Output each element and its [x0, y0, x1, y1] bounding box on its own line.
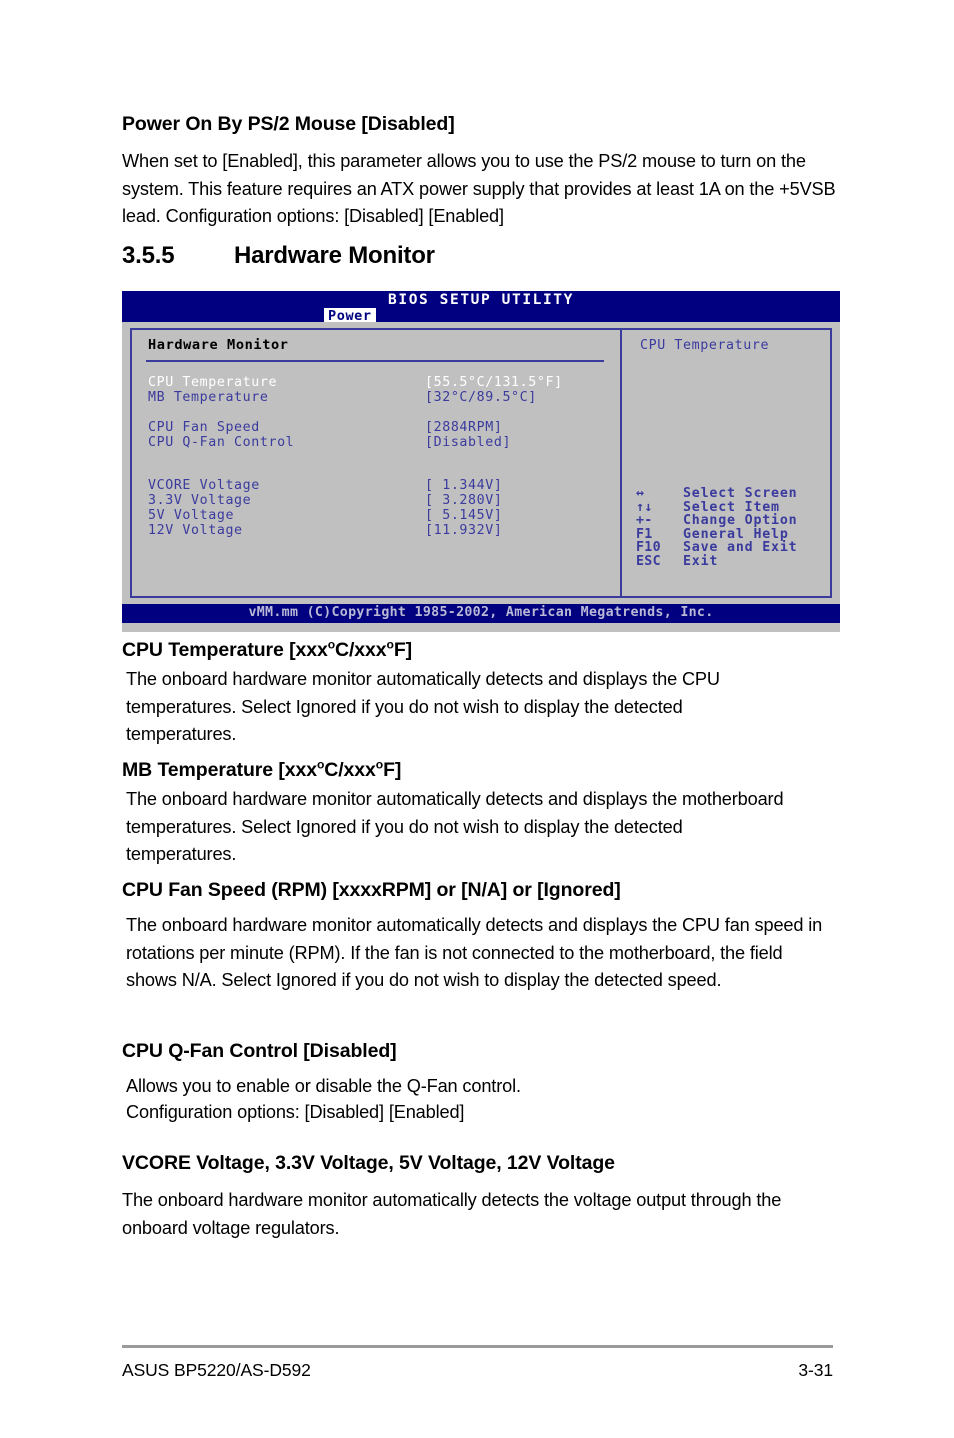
bios-value-3v3-voltage: [ 3.280V] — [425, 493, 503, 508]
bios-value-cpu-qfan-control: [Disabled] — [425, 435, 512, 450]
paragraph-cpu-temperature: The onboard hardware monitor automatical… — [126, 669, 720, 744]
paragraph-voltages: The onboard hardware monitor automatical… — [122, 1190, 782, 1238]
heading-voltages: VCORE Voltage, 3.3V Voltage, 5V Voltage,… — [122, 1152, 615, 1174]
heading-cpu-temperature-mid: C/xxx — [335, 639, 387, 661]
bios-key-select-screen: ↔ Select Screen — [636, 486, 826, 501]
bios-label-vcore-voltage: VCORE Voltage — [148, 478, 260, 493]
heading-mb-temperature: MB Temperature [xxxoC/xxxoF] — [122, 757, 402, 782]
bios-panel-title: Hardware Monitor — [148, 337, 289, 353]
bios-value-5v-voltage: [ 5.145V] — [425, 508, 503, 523]
section-heading-hardware-monitor: 3.5.5 Hardware Monitor — [122, 242, 435, 270]
bios-row-3v3-voltage[interactable]: 3.3V Voltage [ 3.280V] — [148, 493, 608, 508]
bios-key-exit: ESC Exit — [636, 553, 826, 569]
bios-value-cpu-temperature: [55.5°C/131.5°F] — [425, 375, 563, 390]
bios-label-cpu-qfan-control: CPU Q-Fan Control — [148, 435, 295, 450]
heading-mb-temperature-mid: C/xxx — [324, 759, 376, 781]
bios-help-panel: CPU Temperature ↔ Select Screen ↑↓ Select … — [622, 330, 830, 596]
heading-cpu-temperature: CPU Temperature [xxxoC/xxxoF] — [122, 637, 413, 662]
bios-content-area: Hardware Monitor CPU Temperature [55.5°C/… — [130, 328, 832, 598]
bios-setup-screenshot: BIOS SETUP UTILITY Power Hardware Monito… — [122, 291, 840, 632]
bios-label-5v-voltage: 5V Voltage — [148, 508, 235, 523]
bios-key-save-and-exit: F10 Save and Exit — [636, 540, 826, 555]
bios-copyright-text: vMM.mm (C)Copyright 1985-2002, American … — [248, 605, 714, 620]
heading-cpu-qfan-control: CPU Q-Fan Control [Disabled] — [122, 1040, 397, 1062]
paragraph-power-on-by-ps2-mouse: When set to [Enabled], this parameter al… — [122, 151, 836, 226]
heading-power-on-by-ps2-mouse: Power On By PS/2 Mouse [Disabled] — [122, 113, 455, 135]
heading-cpu-fan-speed: CPU Fan Speed (RPM) [xxxxRPM] or [N/A] o… — [122, 879, 621, 901]
section-title: Hardware Monitor — [234, 242, 435, 269]
heading-cpu-temperature-post: F] — [393, 639, 413, 661]
degree-symbol: o — [327, 637, 335, 652]
bios-label-mb-temperature: MB Temperature — [148, 390, 269, 405]
bios-row-cpu-qfan-control[interactable]: CPU Q-Fan Control [Disabled] — [148, 435, 608, 450]
paragraph-cpu-fan-speed: The onboard hardware monitor automatical… — [126, 915, 823, 990]
bios-key-change-option: +- Change Option — [636, 513, 826, 528]
bios-value-cpu-fan-speed: [2884RPM] — [425, 420, 503, 435]
degree-symbol: o — [386, 637, 394, 652]
bios-title: BIOS SETUP UTILITY — [388, 292, 574, 308]
bios-row-5v-voltage[interactable]: 5V Voltage [ 5.145V] — [148, 508, 608, 523]
esc-key-icon: ESC — [636, 553, 661, 569]
bios-row-vcore-voltage[interactable]: VCORE Voltage [ 1.344V] — [148, 478, 608, 493]
page: Power On By PS/2 Mouse [Disabled] When s… — [0, 0, 954, 1438]
bios-help-title: CPU Temperature — [640, 338, 770, 353]
bios-row-cpu-fan-speed[interactable]: CPU Fan Speed [2884RPM] — [148, 420, 608, 435]
heading-mb-temperature-post: F] — [383, 759, 402, 781]
footer-page-number: 3-31 — [798, 1360, 833, 1380]
footer-product-name: ASUS BP5220/AS-D592 — [122, 1360, 311, 1380]
paragraph-mb-temperature: The onboard hardware monitor automatical… — [126, 789, 784, 864]
section-number: 3.5.5 — [122, 242, 175, 269]
heading-cpu-temperature-pre: CPU Temperature [xxx — [122, 639, 328, 661]
bios-label-cpu-fan-speed: CPU Fan Speed — [148, 420, 260, 435]
bios-main-panel: Hardware Monitor CPU Temperature [55.5°C/… — [132, 330, 620, 596]
bios-label-3v3-voltage: 3.3V Voltage — [148, 493, 252, 508]
heading-mb-temperature-pre: MB Temperature [xxx — [122, 759, 317, 781]
bios-value-mb-temperature: [32°C/89.5°C] — [425, 390, 537, 405]
bios-label-cpu-temperature: CPU Temperature — [148, 375, 278, 390]
bios-value-vcore-voltage: [ 1.344V] — [425, 478, 503, 493]
bios-key-select-item: ↑↓ Select Item — [636, 500, 826, 515]
bios-key-desc: Exit — [683, 553, 719, 569]
footer-divider — [122, 1345, 833, 1348]
degree-symbol: o — [375, 757, 384, 772]
bios-panel-title-underline — [146, 360, 604, 362]
paragraph-cpu-qfan-control-line2: Configuration options: [Disabled] [Enabl… — [126, 1102, 465, 1122]
paragraph-cpu-qfan-control-line1: Allows you to enable or disable the Q-Fa… — [126, 1076, 521, 1096]
bios-key-general-help: F1 General Help — [636, 527, 826, 542]
bios-value-12v-voltage: [11.932V] — [425, 523, 503, 538]
bios-label-12v-voltage: 12V Voltage — [148, 523, 243, 538]
bios-row-12v-voltage[interactable]: 12V Voltage [11.932V] — [148, 523, 608, 538]
bios-copyright-bar: vMM.mm (C)Copyright 1985-2002, American … — [122, 604, 840, 623]
bios-row-cpu-temperature[interactable]: CPU Temperature [55.5°C/131.5°F] — [148, 375, 608, 390]
bios-row-mb-temperature[interactable]: MB Temperature [32°C/89.5°C] — [148, 390, 608, 405]
